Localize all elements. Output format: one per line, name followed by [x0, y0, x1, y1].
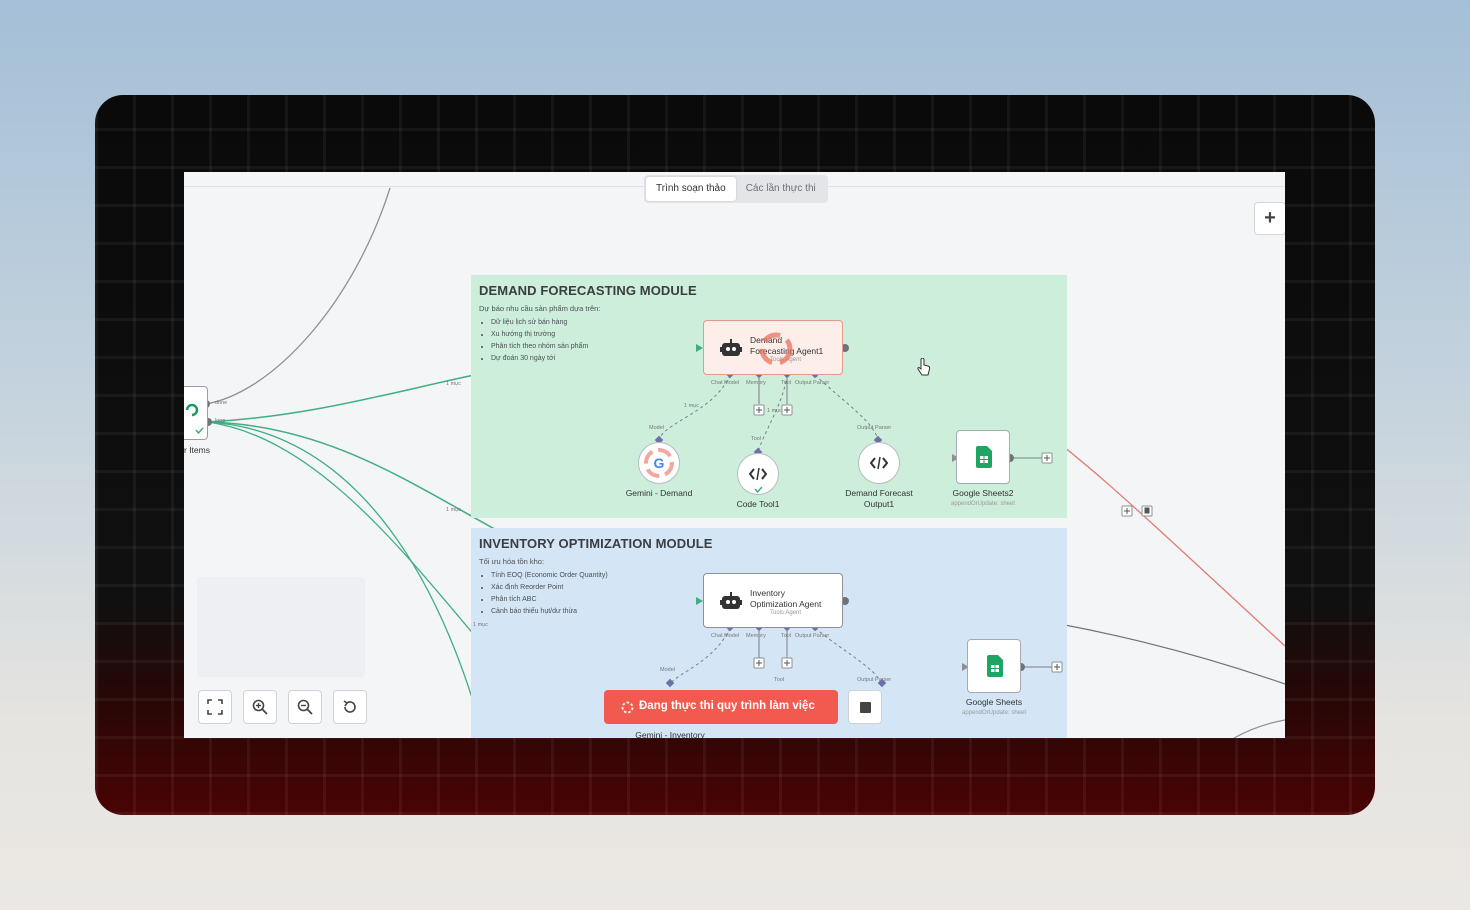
stop-icon [860, 702, 871, 713]
google-sheets2-node[interactable] [956, 430, 1010, 484]
edge-label: 1 mục [446, 507, 461, 513]
port-label-tool: Tool [781, 380, 792, 386]
google-icon: G [644, 448, 674, 478]
port-label-memory: Memory [746, 380, 766, 386]
zoom-out-button[interactable] [288, 690, 322, 724]
port-label-output-parser: Output Parser [795, 633, 830, 639]
fit-view-icon [207, 699, 223, 715]
node-subtitle: appendOrUpdate: sheet [961, 710, 1027, 716]
edge-label: 1 mục [473, 622, 488, 628]
executing-workflow-button[interactable]: Đang thực thi quy trình làm việc [604, 690, 838, 724]
edge-label: 1 mục [446, 381, 461, 387]
reset-zoom-button[interactable] [333, 690, 367, 724]
google-sheets-node[interactable] [967, 639, 1021, 693]
port-label-tool: Tool [781, 633, 792, 639]
minimap[interactable] [197, 577, 365, 677]
zoom-in-icon [252, 699, 268, 715]
zoom-in-button[interactable] [243, 690, 277, 724]
inventory-optimization-agent-node[interactable]: Inventory Optimization Agent Tools Agent [703, 573, 843, 628]
edge-label: 1 mục [684, 403, 699, 409]
demand-forecast-output-node[interactable] [858, 442, 900, 484]
output-label-done: done [215, 400, 228, 406]
stop-execution-button[interactable] [848, 690, 882, 724]
google-sheets-icon [987, 655, 1003, 677]
spinner-icon [621, 701, 634, 714]
edge-label: 1 mục [767, 408, 782, 414]
loop-icon [185, 403, 199, 417]
sub-label-output-parser: Output Parser [857, 677, 892, 683]
port-label-output-parser: Output Parser [795, 380, 830, 386]
robot-icon [720, 339, 742, 356]
google-sheets-icon [976, 446, 992, 468]
port-label-chat-model: Chat Model [711, 633, 740, 639]
gemini-demand-node[interactable]: G [638, 442, 680, 484]
check-icon [195, 427, 204, 434]
split-items-node[interactable] [184, 386, 208, 440]
node-label: r Items [184, 445, 210, 455]
agent-name: Inventory Optimization Agent [750, 588, 822, 609]
svg-text:G: G [654, 455, 665, 471]
sub-label-tool: Tool [751, 436, 762, 442]
node-label: Gemini - Inventory [635, 730, 705, 738]
zoom-out-icon [297, 699, 313, 715]
executing-label: Đang thực thi quy trình làm việc [639, 700, 815, 712]
port-label-chat-model: Chat Model [711, 380, 740, 386]
robot-icon [720, 592, 742, 609]
code-tool-node[interactable] [737, 453, 779, 495]
node-label: Google Sheets2 [952, 488, 1014, 498]
node-label: Gemini - Demand [625, 488, 693, 498]
check-icon [754, 486, 763, 493]
port-label-memory: Memory [746, 633, 766, 639]
sub-label-tool: Tool [774, 677, 785, 683]
hand-cursor-icon [917, 358, 931, 376]
node-label: Google Sheets [965, 697, 1023, 707]
output-label-loop: loop [215, 418, 226, 424]
loading-spinner-icon [759, 332, 793, 366]
code-icon [749, 467, 767, 481]
node-label: Code Tool1 [736, 499, 780, 509]
code-icon [870, 456, 888, 470]
sub-label-model: Model [660, 667, 675, 673]
sub-label-model: Model [649, 425, 664, 431]
node-subtitle: appendOrUpdate: sheet [950, 501, 1016, 507]
reset-icon [343, 700, 356, 713]
agent-subtitle: Tools Agent [770, 610, 802, 616]
demand-forecasting-agent-node[interactable]: Demand Forecasting Agent1 Tools Agent [703, 320, 843, 375]
sub-label-output-parser: Output Parser [857, 425, 892, 431]
fit-view-button[interactable] [198, 690, 232, 724]
node-label: Demand Forecast Output1 [845, 488, 913, 509]
workflow-editor: Trình soạn thảo Các lần thực thi + DEMAN… [184, 172, 1285, 738]
